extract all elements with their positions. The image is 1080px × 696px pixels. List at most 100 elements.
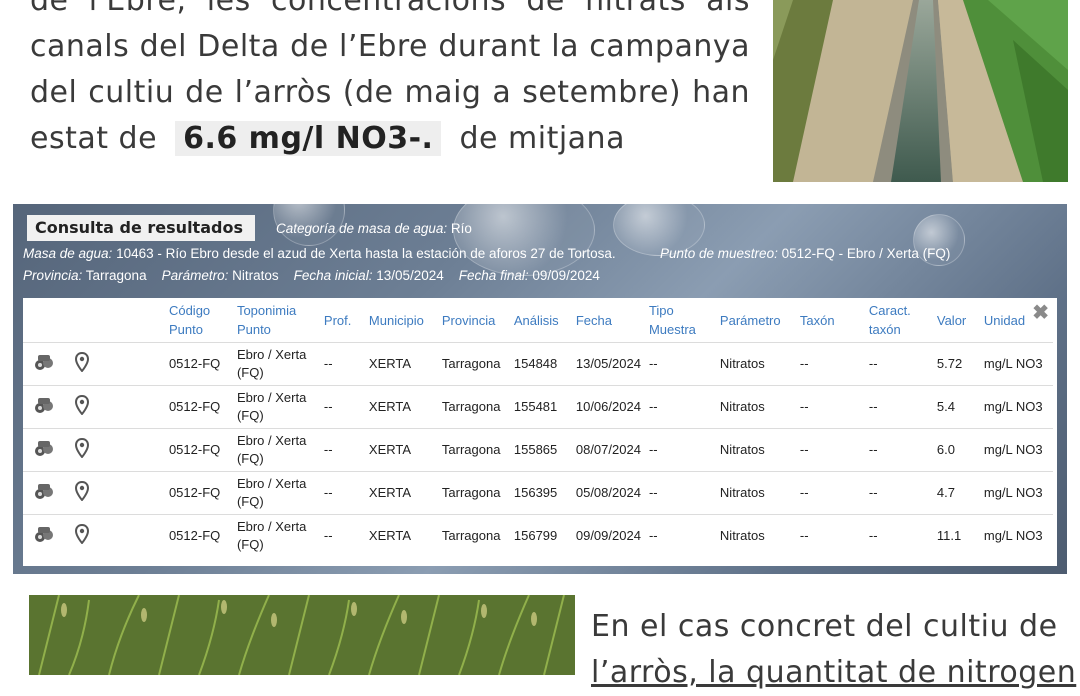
nitrate-average-highlight: 6.6 mg/l NO3-.: [175, 121, 442, 156]
cell-taxon: --: [795, 428, 865, 472]
pin-cell: [66, 342, 165, 386]
table-row: 0512-FQ Ebro / Xerta (FQ) -- XERTA Tarragona…: [23, 514, 1053, 557]
table-row: 0512-FQ Ebro / Xerta (FQ) -- XERTA Tarragona…: [23, 385, 1053, 429]
bubble-decoration: [453, 204, 595, 276]
binoculars-cell: [23, 471, 67, 515]
categoria-label: Categoría de masa de agua:: [276, 221, 448, 236]
header-valor[interactable]: Valor: [933, 298, 980, 343]
outro-paragraph: En el cas concret del cultiu de l’arròs,…: [591, 604, 1077, 696]
binoculars-icon[interactable]: [33, 481, 55, 506]
cell-fecha: 05/08/2024: [571, 471, 645, 515]
cell-tipo-muestra: --: [644, 342, 716, 386]
cell-analisis: 154848: [509, 342, 572, 386]
fecha-final-value: 09/09/2024: [528, 268, 600, 283]
cell-caract-taxon: --: [864, 385, 933, 429]
cell-municipio: XERTA: [364, 342, 438, 386]
cell-parametro: Nitratos: [715, 385, 796, 429]
binoculars-icon[interactable]: [33, 395, 55, 420]
map-pin-icon[interactable]: [74, 523, 89, 549]
intro-line-1: de l'Ebre, les concentracions de nitrats…: [30, 0, 750, 18]
cell-analisis: 155481: [509, 385, 572, 429]
header-parametro[interactable]: Parámetro: [716, 298, 796, 343]
cell-taxon: --: [795, 342, 865, 386]
cell-fecha: 09/09/2024: [571, 514, 645, 557]
cell-tipo-muestra: --: [644, 385, 716, 429]
masa-label: Masa de agua:: [23, 246, 113, 261]
table-row: 0512-FQ Ebro / Xerta (FQ) -- XERTA Tarragona…: [23, 428, 1053, 472]
cell-valor: 4.7: [932, 471, 980, 515]
cell-codigo-punto: 0512-FQ: [164, 342, 233, 386]
map-pin-icon[interactable]: [74, 437, 89, 463]
cell-caract-taxon: --: [864, 428, 933, 472]
cell-parametro: Nitratos: [715, 514, 796, 557]
cell-provincia: Tarragona: [437, 342, 510, 386]
header-codigo-punto[interactable]: Código Punto: [165, 298, 233, 343]
cell-toponimia-punto: Ebro / Xerta (FQ): [232, 342, 320, 386]
binoculars-cell: [23, 428, 67, 472]
fecha-inicial-value: 13/05/2024: [372, 268, 444, 283]
cell-toponimia-punto: Ebro / Xerta (FQ): [232, 385, 320, 429]
cell-valor: 11.1: [932, 514, 980, 557]
map-pin-icon[interactable]: [74, 480, 89, 506]
cell-prof: --: [319, 514, 365, 557]
cell-fecha: 13/05/2024: [571, 342, 645, 386]
header-prof[interactable]: Prof.: [320, 298, 365, 343]
intro-line-4-before: estat de: [30, 121, 158, 156]
header-fecha[interactable]: Fecha: [572, 298, 645, 343]
cell-municipio: XERTA: [364, 471, 438, 515]
header-blank: [67, 298, 165, 343]
header-municipio[interactable]: Municipio: [365, 298, 438, 343]
parametro-label: Parámetro:: [161, 268, 229, 283]
cell-provincia: Tarragona: [437, 385, 510, 429]
cell-caract-taxon: --: [864, 471, 933, 515]
binoculars-icon[interactable]: [33, 438, 55, 463]
header-toponimia-punto[interactable]: Toponimia Punto: [233, 298, 320, 343]
table-row: 0512-FQ Ebro / Xerta (FQ) -- XERTA Tarragona…: [23, 342, 1053, 386]
cell-unidad: mg/L NO3: [979, 385, 1053, 429]
panel-title: Consulta de resultados: [27, 215, 255, 241]
intro-line-3: del cultiu de l’arròs (de maig a setembr…: [30, 75, 750, 110]
pin-cell: [66, 385, 165, 429]
map-pin-icon[interactable]: [74, 394, 89, 420]
map-pin-icon[interactable]: [74, 351, 89, 377]
cell-analisis: 155865: [509, 428, 572, 472]
cell-prof: --: [319, 342, 365, 386]
intro-paragraph: de l'Ebre, les concentracions de nitrats…: [30, 0, 750, 162]
masa-value: 10463 - Río Ebro desde el azud de Xerta …: [112, 246, 616, 261]
binoculars-icon[interactable]: [33, 524, 55, 549]
header-unidad[interactable]: Unidad: [980, 298, 1053, 343]
cell-unidad: mg/L NO3: [979, 342, 1053, 386]
header-analisis[interactable]: Análisis: [510, 298, 572, 343]
cell-valor: 5.4: [932, 385, 980, 429]
parametro-value: Nitratos: [228, 268, 279, 283]
header-taxon[interactable]: Taxón: [796, 298, 865, 343]
cell-provincia: Tarragona: [437, 514, 510, 557]
results-table: Código Punto Toponimia Punto Prof. Munic…: [23, 298, 1053, 557]
cell-valor: 6.0: [932, 428, 980, 472]
meta-punto: Punto de muestreo: 0512-FQ - Ebro / Xert…: [660, 246, 950, 261]
intro-line-2: canals del Delta de l’Ebre durant la cam…: [30, 29, 750, 64]
binoculars-icon[interactable]: [33, 352, 55, 377]
header-provincia[interactable]: Provincia: [438, 298, 510, 343]
cell-caract-taxon: --: [864, 514, 933, 557]
outro-line-1: En el cas concret del cultiu de: [591, 609, 1058, 644]
meta-masa: Masa de agua: 10463 - Río Ebro desde el …: [23, 246, 616, 261]
cell-unidad: mg/L NO3: [979, 428, 1053, 472]
header-tipo-muestra[interactable]: Tipo Muestra: [645, 298, 716, 343]
cell-toponimia-punto: Ebro / Xerta (FQ): [232, 514, 320, 557]
cell-prof: --: [319, 385, 365, 429]
cell-tipo-muestra: --: [644, 514, 716, 557]
header-caract-taxon[interactable]: Caract. taxón: [865, 298, 933, 343]
provincia-label: Provincia:: [23, 268, 83, 283]
intro-line-4-after: de mitjana: [459, 121, 625, 156]
pin-cell: [66, 514, 165, 557]
cell-unidad: mg/L NO3: [979, 471, 1053, 515]
punto-label: Punto de muestreo:: [660, 246, 778, 261]
cell-taxon: --: [795, 385, 865, 429]
header-blank: [23, 298, 67, 343]
categoria-value: Río: [447, 221, 472, 236]
cell-municipio: XERTA: [364, 428, 438, 472]
pin-cell: [66, 428, 165, 472]
cell-provincia: Tarragona: [437, 428, 510, 472]
outro-line-2: l’arròs, la quantitat de nitrogen: [591, 655, 1077, 690]
